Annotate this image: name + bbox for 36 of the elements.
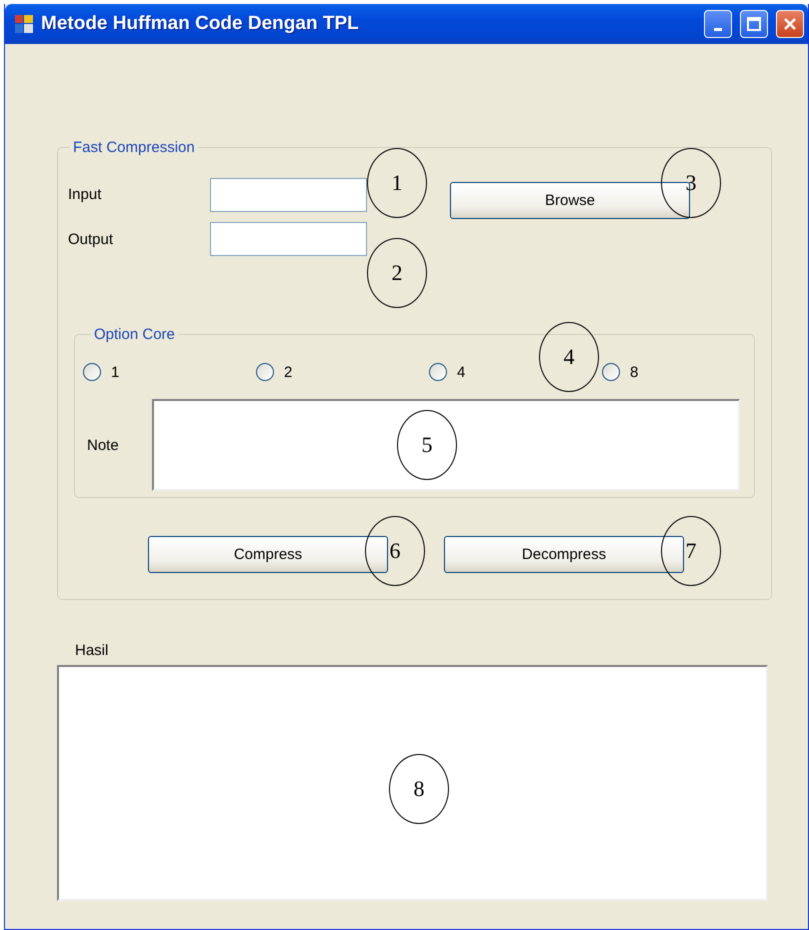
compress-button[interactable]: Compress: [148, 536, 388, 573]
radio-button[interactable]: [429, 363, 447, 381]
radio-label: 8: [630, 364, 638, 380]
field-label: Hasil: [75, 642, 108, 659]
window-title: Metode Huffman Code Dengan TPL: [41, 13, 360, 35]
radio-label: 1: [111, 364, 120, 380]
minimize-icon: [714, 28, 722, 30]
callout-number: 4: [539, 322, 599, 392]
field-label: Input: [68, 186, 102, 203]
callout-number: 5: [397, 410, 457, 480]
callout-number: 6: [365, 516, 425, 586]
close-icon: [783, 17, 797, 31]
maximize-icon: [747, 17, 761, 31]
field-label: Note: [86, 436, 120, 454]
close-button[interactable]: [776, 10, 804, 38]
input-field[interactable]: [210, 178, 367, 212]
radio-button[interactable]: [256, 363, 274, 381]
radio-button[interactable]: [602, 363, 620, 381]
decompress-button[interactable]: Decompress: [444, 536, 684, 573]
minimize-button[interactable]: [704, 10, 732, 38]
output-field[interactable]: [210, 222, 367, 256]
maximize-button[interactable]: [740, 10, 768, 38]
radio-label: 2: [284, 364, 292, 380]
callout-number: 1: [367, 148, 427, 218]
callout-number: 2: [367, 238, 427, 308]
callout-number: 8: [389, 754, 449, 824]
radio-label: 4: [457, 364, 466, 380]
field-label: Output: [68, 231, 114, 248]
app-icon: [15, 15, 33, 33]
radio-button[interactable]: [83, 363, 101, 381]
callout-number: 7: [661, 516, 721, 586]
callout-number: 3: [661, 148, 721, 218]
group-title: Option Core: [93, 326, 176, 343]
group-title: Fast Compression: [72, 139, 196, 156]
result-field[interactable]: [57, 665, 768, 901]
note-field[interactable]: [152, 399, 740, 491]
